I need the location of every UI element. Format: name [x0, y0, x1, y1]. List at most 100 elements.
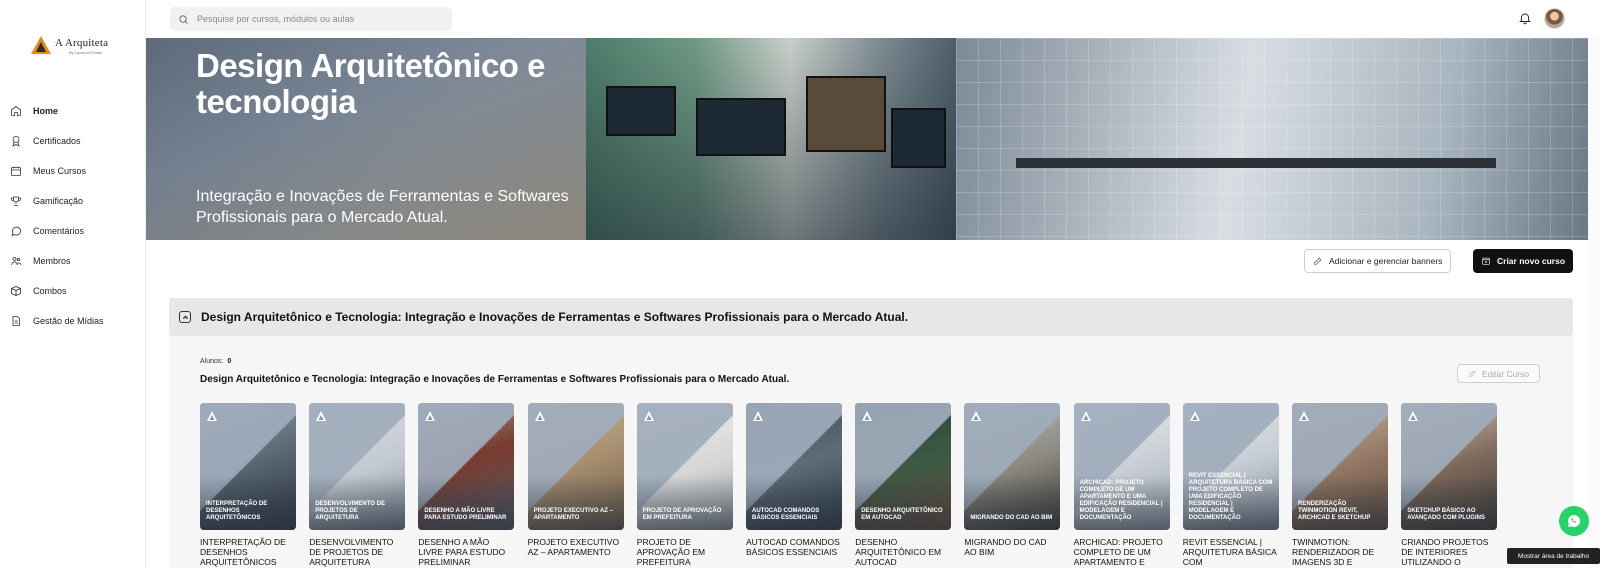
- sidebar-item-combos[interactable]: Combos: [10, 276, 104, 306]
- collapse-toggle[interactable]: [179, 311, 191, 323]
- module-thumb-text: AutoCAD comandos básicos essenciais: [752, 508, 820, 521]
- notifications-button[interactable]: [1518, 11, 1532, 25]
- edit-course-button[interactable]: Editar Curso: [1457, 364, 1540, 383]
- course-section-header[interactable]: Design Arquitetônico e Tecnologia: Integ…: [169, 298, 1573, 336]
- module-logo-icon: [206, 409, 218, 423]
- module-thumbnail[interactable]: Desenho arquitetônico em AutoCAD: [855, 403, 952, 530]
- banner-title: Design Arquitetônico e tecnologia: [196, 47, 545, 120]
- tooltip: Mostrar área de trabalho: [1507, 548, 1600, 564]
- sidebar-item-comentarios[interactable]: Comentários: [10, 216, 104, 246]
- module-name[interactable]: CRIANDO PROJETOS DE INTERIORES UTILIZAND…: [1401, 537, 1497, 567]
- module-logo-icon: [1080, 409, 1092, 423]
- module-logo-icon: [643, 409, 655, 423]
- module-name[interactable]: DESENVOLVIMENTO DE PROJETOS DE ARQUITETU…: [309, 537, 405, 567]
- hero-banner[interactable]: Design Arquitetônico e tecnologia Integr…: [146, 38, 1588, 240]
- module-name[interactable]: MIGRANDO DO CAD AO BIM: [964, 537, 1060, 557]
- manage-banners-label: Adicionar e gerenciar banners: [1329, 256, 1443, 266]
- module-name[interactable]: ARCHICAD: PROJETO COMPLETO DE UM APARTAM…: [1074, 537, 1170, 567]
- module-card[interactable]: Projeto executivo AZ – apartamento PROJET…: [527, 403, 624, 557]
- module-thumb-text: Projeto de aprovação em prefeitura: [642, 508, 722, 521]
- module-logo-icon: [752, 409, 764, 423]
- module-logo-icon: [970, 409, 982, 423]
- module-thumb-label: Revit essencial | arquitetura básica com…: [1189, 473, 1273, 522]
- module-thumb-text: Interpretação de desenhos arquitetônicos: [206, 501, 268, 521]
- module-card[interactable]: Migrando do CAD ao BIM MIGRANDO DO CAD AO…: [964, 403, 1061, 557]
- module-name[interactable]: PROJETO EXECUTIVO AZ – APARTAMENTO: [528, 537, 624, 557]
- sidebar: A Arquiteta By Luciana Fontes Home Certi…: [0, 0, 146, 568]
- module-logo-icon: [1407, 409, 1419, 423]
- module-logo-icon: [315, 409, 327, 423]
- sidebar-item-label: Membros: [33, 256, 71, 266]
- module-thumbnail[interactable]: Renderização Twinmotion Revit, ArchiCAD …: [1292, 403, 1388, 530]
- trophy-icon: [11, 196, 21, 206]
- module-name[interactable]: DESENHO ARQUITETÔNICO EM AUTOCAD: [855, 537, 951, 567]
- module-card[interactable]: ArchiCAD: projeto completo de um apartam…: [1073, 403, 1170, 567]
- module-thumbnail[interactable]: Migrando do CAD ao BIM: [964, 403, 1061, 530]
- module-name[interactable]: REVIT ESSENCIAL | ARQUITETURA BÁSICA COM: [1183, 537, 1279, 567]
- module-card[interactable]: Desenho a mão livre para estudo prelimin…: [418, 403, 515, 567]
- logo-icon: [31, 36, 51, 54]
- module-card[interactable]: Desenvolvimento de projetos de arquitetu…: [309, 403, 406, 567]
- sidebar-item-membros[interactable]: Membros: [10, 246, 104, 276]
- whatsapp-button[interactable]: [1559, 506, 1589, 536]
- banner-studio-image: [956, 38, 1588, 240]
- chat-icon: [11, 226, 21, 237]
- module-card[interactable]: Projeto de aprovação em prefeitura PROJET…: [636, 403, 733, 567]
- chevron-up-icon: [182, 314, 188, 319]
- module-card[interactable]: Revit essencial | arquitetura básica com…: [1182, 403, 1279, 567]
- module-thumb-text: Renderização Twinmotion Revit, ArchiCAD …: [1298, 501, 1371, 521]
- sidebar-item-certificados[interactable]: Certificados: [10, 126, 104, 156]
- calendar-icon: [11, 166, 21, 176]
- module-name[interactable]: PROJETO DE APROVAÇÃO EM PREFEITURA: [637, 537, 733, 567]
- sidebar-item-home[interactable]: Home: [10, 96, 104, 126]
- module-thumbnail[interactable]: AutoCAD comandos básicos essenciais: [746, 403, 842, 530]
- module-card[interactable]: Interpretação de desenhos arquitetônicos…: [200, 403, 296, 567]
- course-title: Design Arquitetônico e Tecnologia: Integ…: [200, 374, 790, 385]
- module-thumbnail[interactable]: Projeto de aprovação em prefeitura: [636, 403, 733, 530]
- module-card[interactable]: AutoCAD comandos básicos essenciais AUTOC…: [746, 403, 842, 557]
- module-name[interactable]: DESENHO A MÃO LIVRE PARA ESTUDO PRELIMIN…: [418, 537, 514, 567]
- create-course-button[interactable]: Criar novo curso: [1473, 249, 1574, 273]
- add-course-icon: [1482, 257, 1490, 265]
- module-thumb-label: Desenho arquitetônico em AutoCAD: [861, 508, 945, 522]
- module-logo-icon: [1298, 409, 1310, 423]
- students-label: Alunos:: [200, 358, 224, 365]
- module-thumbnail[interactable]: Projeto executivo AZ – apartamento: [527, 403, 624, 530]
- module-thumb-text: Migrando do CAD ao BIM: [970, 515, 1053, 521]
- course-section-title: Design Arquitetônico e Tecnologia: Integ…: [201, 310, 909, 324]
- sidebar-item-gestao-de-midias[interactable]: Gestão de Mídias: [10, 306, 104, 336]
- sidebar-item-meus-cursos[interactable]: Meus Cursos: [10, 156, 104, 186]
- module-card[interactable]: Renderização Twinmotion Revit, ArchiCAD …: [1292, 403, 1388, 567]
- students-info: Alunos: 0: [200, 358, 231, 365]
- banner-screen: [696, 98, 786, 156]
- module-thumbnail[interactable]: Desenho a mão livre para estudo prelimin…: [418, 403, 515, 530]
- box-icon: [11, 286, 21, 296]
- module-thumbnail[interactable]: SketchUp básico ao avançado com plugins: [1401, 403, 1498, 530]
- sidebar-item-label: Gestão de Mídias: [33, 316, 104, 326]
- module-thumbnail[interactable]: Desenvolvimento de projetos de arquitetu…: [309, 403, 406, 530]
- manage-banners-button[interactable]: Adicionar e gerenciar banners: [1304, 249, 1452, 273]
- banner-hologram-grid: [956, 38, 1588, 240]
- module-thumb-label: SketchUp básico ao avançado com plugins: [1407, 508, 1491, 522]
- students-count: 0: [227, 358, 232, 365]
- search-box[interactable]: [170, 7, 452, 31]
- module-card[interactable]: SketchUp básico ao avançado com plugins C…: [1401, 403, 1498, 567]
- module-thumbnail[interactable]: ArchiCAD: projeto completo de um apartam…: [1073, 403, 1170, 530]
- module-name[interactable]: INTERPRETAÇÃO DE DESENHOS ARQUITETÔNICOS: [200, 537, 296, 567]
- scrollbar[interactable]: [1588, 38, 1600, 568]
- bell-icon: [1519, 13, 1531, 25]
- module-thumb-text: Desenvolvimento de projetos de arquitetu…: [315, 501, 385, 521]
- brand-logo[interactable]: A Arquiteta By Luciana Fontes: [30, 34, 108, 56]
- brand-name: A Arquiteta: [55, 37, 109, 49]
- module-card[interactable]: Desenho arquitetônico em AutoCAD DESENHO …: [855, 403, 952, 567]
- user-avatar[interactable]: [1544, 8, 1565, 29]
- search-input[interactable]: [197, 14, 437, 24]
- edit-icon: [1469, 370, 1476, 377]
- module-name[interactable]: AUTOCAD COMANDOS BÁSICOS ESSENCIAIS: [746, 537, 842, 557]
- module-thumbnail[interactable]: Revit essencial | arquitetura básica com…: [1182, 403, 1279, 530]
- home-icon: [11, 105, 21, 116]
- module-thumbnail[interactable]: Interpretação de desenhos arquitetônicos: [200, 403, 296, 530]
- module-name[interactable]: TWINMOTION: RENDERIZADOR DE IMAGENS 3D E: [1292, 537, 1388, 567]
- sidebar-item-label: Comentários: [33, 226, 85, 236]
- sidebar-item-gamificacao[interactable]: Gamificação: [10, 186, 104, 216]
